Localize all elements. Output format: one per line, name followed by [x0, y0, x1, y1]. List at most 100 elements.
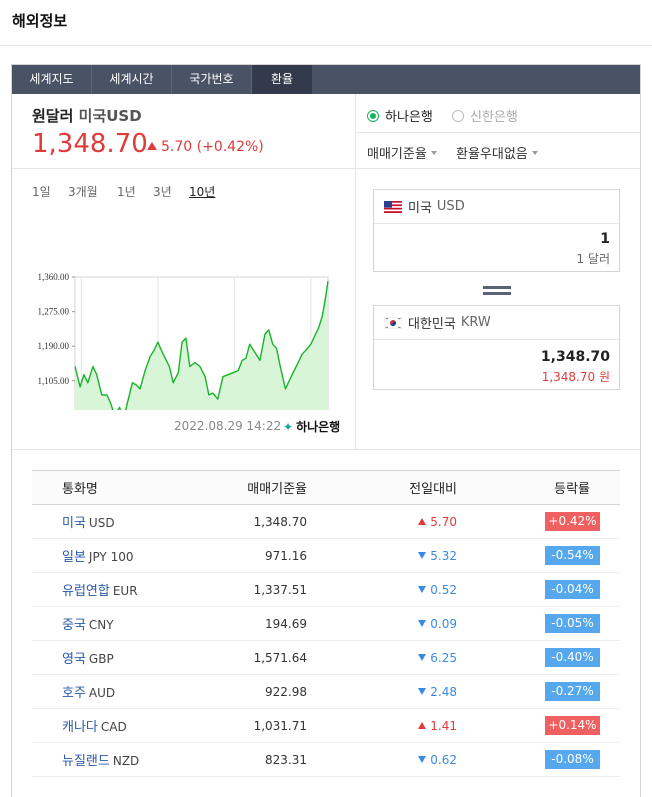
- rate-change-pct: (+0.42%): [196, 139, 264, 155]
- column-divider: [355, 94, 356, 449]
- diff-cell: 0.62: [310, 742, 457, 777]
- to-country: 대한민국: [408, 317, 456, 332]
- bank-logo-text: 하나은행: [296, 420, 341, 434]
- diff-cell: 1.41: [310, 708, 457, 743]
- col-pct: 등락률: [457, 470, 620, 505]
- diff-value: 5.70: [430, 514, 457, 529]
- preference-dropdown[interactable]: 환율우대없음: [456, 143, 538, 162]
- bank-radio-hana[interactable]: 하나은행: [367, 106, 433, 125]
- divider: [12, 449, 640, 450]
- rate-title: 원달러 미국USD: [32, 105, 142, 126]
- diff-cell: 0.09: [310, 606, 457, 641]
- rate-type-dropdown[interactable]: 매매기준율: [367, 143, 437, 162]
- tab-exchange-rate[interactable]: 환율: [252, 65, 312, 94]
- pct-cell: -0.27%: [457, 674, 620, 709]
- currency-name-link[interactable]: 영국: [62, 652, 86, 667]
- tab-country-code[interactable]: 국가번호: [172, 65, 252, 94]
- period-3m[interactable]: 3개월: [68, 183, 98, 200]
- currency-name-link[interactable]: 중국: [62, 618, 86, 633]
- currency-name-link[interactable]: 유럽연합: [62, 584, 110, 599]
- period-3y[interactable]: 3년: [153, 183, 172, 200]
- currency-name-cell: 호주 AUD: [32, 674, 200, 709]
- period-1y[interactable]: 1년: [117, 183, 136, 200]
- currency-name-cell: 뉴질랜드 NZD: [32, 742, 200, 777]
- y-tick-label: 1,190.00: [38, 341, 70, 351]
- bank-radio-label: 하나은행: [385, 110, 433, 125]
- page-title: 해외정보: [12, 12, 68, 30]
- currency-name-link[interactable]: 미국: [62, 516, 86, 531]
- down-arrow-icon: [418, 619, 427, 627]
- down-arrow-icon: [418, 585, 427, 593]
- pct-cell: -0.40%: [457, 640, 620, 675]
- pct-badge: -0.54%: [545, 546, 600, 565]
- currency-name-link[interactable]: 일본: [62, 550, 86, 565]
- divider: [356, 132, 640, 133]
- currency-name-link[interactable]: 뉴질랜드: [62, 754, 110, 769]
- diff-value: 6.25: [430, 650, 457, 665]
- converter-to: 대한민국 KRW 1,348.70 1,348.70 원: [373, 305, 620, 390]
- currency-name-cell: 일본 JPY 100: [32, 538, 200, 573]
- period-10y[interactable]: 10년: [189, 183, 215, 200]
- table-header-row: 통화명 매매기준율 전일대비 등락률: [32, 470, 620, 505]
- pct-cell: -0.08%: [457, 742, 620, 777]
- up-arrow-icon: [418, 517, 427, 525]
- diff-cell: 6.25: [310, 640, 457, 675]
- to-code: KRW: [460, 315, 491, 330]
- diff-value: 1.41: [430, 718, 457, 733]
- rate-cell: 194.69: [200, 606, 310, 641]
- currency-name-cell: 유럽연합 EUR: [32, 572, 200, 607]
- currency-code: JPY 100: [88, 550, 134, 564]
- pct-badge: +0.14%: [545, 716, 600, 735]
- preference-value: 환율우대없음: [456, 147, 528, 162]
- pct-cell: -0.04%: [457, 572, 620, 607]
- currency-code: GBP: [88, 652, 114, 666]
- currency-code: NZD: [112, 754, 140, 768]
- radio-unselected-icon: [452, 109, 464, 122]
- diff-value: 5.32: [430, 548, 457, 563]
- pct-cell: -0.54%: [457, 538, 620, 573]
- converter-to-header: 대한민국 KRW: [374, 306, 619, 340]
- currency-code: EUR: [112, 584, 138, 598]
- table-row[interactable]: 뉴질랜드 NZD 823.31 0.62 -0.08%: [32, 742, 620, 777]
- diff-value: 2.48: [430, 684, 457, 699]
- radio-selected-icon: [367, 109, 379, 122]
- table-row[interactable]: 일본 JPY 100 971.16 5.32 -0.54%: [32, 538, 620, 573]
- currency-table: 통화명 매매기준율 전일대비 등락률 미국 USD 1,348.70 5.70 +0.4…: [32, 470, 620, 777]
- pct-badge: +0.42%: [545, 512, 600, 531]
- pct-badge: -0.04%: [545, 580, 600, 599]
- pct-badge: -0.40%: [545, 648, 600, 667]
- chevron-down-icon: [430, 151, 437, 155]
- to-amount[interactable]: 1,348.70: [374, 349, 619, 365]
- down-arrow-icon: [418, 653, 427, 661]
- y-tick-label: 1,105.00: [38, 376, 70, 386]
- rate-change-value: 5.70: [161, 139, 193, 155]
- tab-world-time[interactable]: 세계시간: [92, 65, 172, 94]
- chevron-down-icon: [531, 151, 538, 155]
- down-arrow-icon: [418, 551, 427, 559]
- diff-value: 0.52: [430, 582, 457, 597]
- currency-name-cell: 중국 CNY: [32, 606, 200, 641]
- rate-cell: 1,337.51: [200, 572, 310, 607]
- currency-name-cell: 캐나다 CAD: [32, 708, 200, 743]
- rate-title-main: 원달러: [32, 107, 74, 125]
- table-row[interactable]: 중국 CNY 194.69 0.09 -0.05%: [32, 606, 620, 641]
- current-rate: 1,348.70: [32, 129, 148, 159]
- table-row[interactable]: 캐나다 CAD 1,031.71 1.41 +0.14%: [32, 708, 620, 743]
- col-rate: 매매기준율: [200, 470, 310, 505]
- rate-change: 5.70 (+0.42%): [147, 139, 264, 155]
- bank-radio-label: 신한은행: [470, 110, 518, 125]
- period-1d[interactable]: 1일: [32, 183, 51, 200]
- table-row[interactable]: 호주 AUD 922.98 2.48 -0.27%: [32, 674, 620, 709]
- pct-badge: -0.05%: [545, 614, 600, 633]
- rate-cell: 1,571.64: [200, 640, 310, 675]
- table-row[interactable]: 유럽연합 EUR 1,337.51 0.52 -0.04%: [32, 572, 620, 607]
- currency-name-link[interactable]: 호주: [62, 686, 86, 701]
- converter-from: 미국 USD 1 1 달러: [373, 189, 620, 272]
- from-amount[interactable]: 1: [374, 231, 619, 247]
- table-row[interactable]: 영국 GBP 1,571.64 6.25 -0.40%: [32, 640, 620, 675]
- rate-chart-svg: 2013/012016/012019/012022/011,360.001,27…: [38, 272, 329, 467]
- tab-world-map[interactable]: 세계지도: [12, 65, 92, 94]
- currency-name-link[interactable]: 캐나다: [62, 720, 98, 735]
- bank-radio-shinhan[interactable]: 신한은행: [452, 106, 518, 125]
- table-row[interactable]: 미국 USD 1,348.70 5.70 +0.42%: [32, 504, 620, 539]
